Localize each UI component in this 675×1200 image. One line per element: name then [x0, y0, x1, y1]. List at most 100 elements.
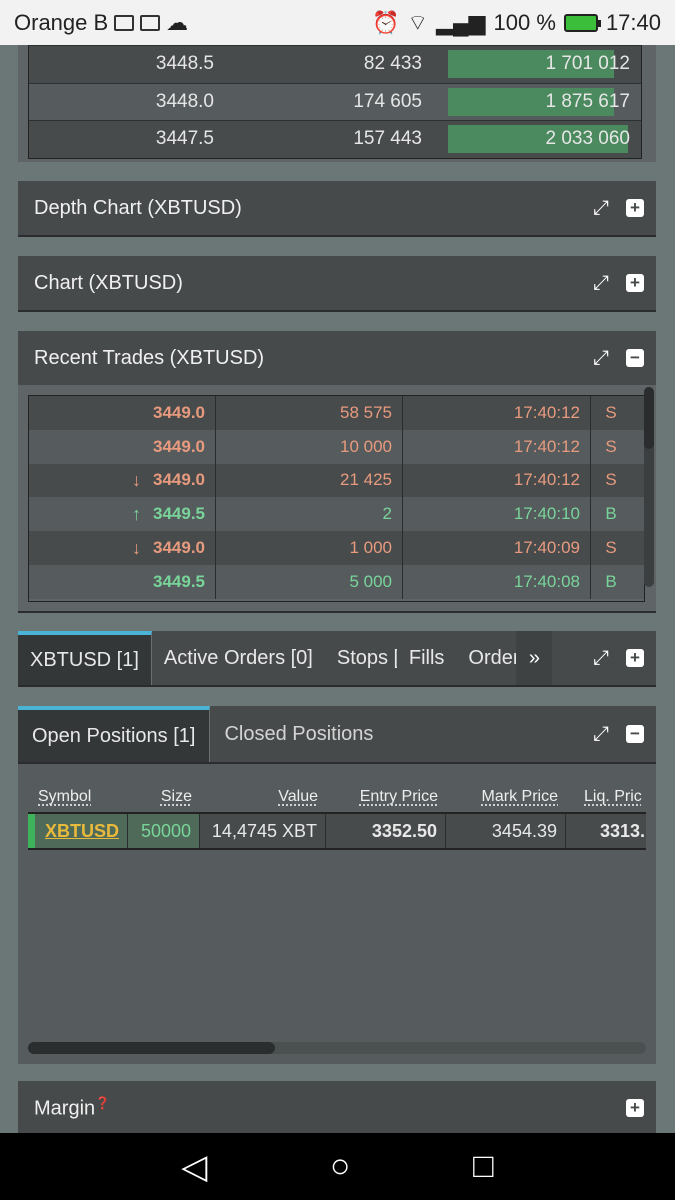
- more-tabs-button[interactable]: »: [516, 631, 553, 685]
- recent-trades-panel: Recent Trades (XBTUSD) ⤢ − 3449.0 58 575 1…: [18, 331, 656, 613]
- scrollbar-thumb[interactable]: [644, 387, 654, 449]
- tab-open-positions[interactable]: Open Positions [1]: [18, 706, 211, 762]
- plus-icon[interactable]: +: [622, 270, 648, 296]
- panel-header[interactable]: Chart (XBTUSD) ⤢ +: [18, 256, 656, 310]
- tab-xbtusd[interactable]: XBTUSD [1]: [18, 631, 152, 685]
- table-row: 3449.0 10 000 17:40:12 S: [29, 429, 644, 464]
- expand-icon[interactable]: ⤢: [588, 721, 614, 747]
- trade-size: 10 000: [216, 429, 403, 464]
- alarm-icon: ⏰: [372, 9, 400, 35]
- trade-size: 1 000: [216, 531, 403, 565]
- expand-icon[interactable]: ⤢: [588, 270, 614, 296]
- panel-header[interactable]: Depth Chart (XBTUSD) ⤢ +: [18, 181, 656, 235]
- trade-side: S: [605, 436, 617, 456]
- orderbook-total-value: 1 875 617: [545, 90, 630, 112]
- trade-size: 2: [216, 497, 403, 532]
- plus-icon[interactable]: +: [622, 645, 648, 671]
- expand-icon[interactable]: ⤢: [588, 645, 614, 671]
- positions-tabs: Open Positions [1] Closed Positions ⤢ −: [18, 706, 656, 764]
- minus-icon[interactable]: −: [622, 345, 648, 371]
- signal-icon: ▂▄▆: [436, 9, 486, 35]
- cell-liq-price: 3313.: [566, 814, 646, 848]
- trade-price-value: 3449.0: [153, 538, 205, 558]
- depth-chart-panel: Depth Chart (XBTUSD) ⤢ +: [18, 181, 656, 237]
- table-row[interactable]: 3448.5 82 433 1 701 012: [29, 45, 641, 83]
- table-row: ↓ 3449.0 21 425 17:40:12 S: [29, 463, 644, 498]
- expand-icon[interactable]: ⤢: [588, 195, 614, 221]
- trade-price: ↓ 3449.0: [29, 463, 216, 498]
- arrow-down-icon: ↓: [132, 469, 141, 490]
- android-nav-bar: ◁ ○ □: [0, 1133, 675, 1200]
- trade-time: 17:40:12: [403, 429, 591, 464]
- vertical-scrollbar[interactable]: [644, 387, 654, 587]
- plus-icon[interactable]: +: [622, 195, 648, 221]
- notification-icons: ☁: [114, 10, 188, 36]
- cloud-icon: ☁: [166, 9, 189, 35]
- column-symbol[interactable]: Symbol: [38, 788, 91, 805]
- back-icon[interactable]: ◁: [181, 1147, 207, 1187]
- clock: 17:40: [605, 9, 661, 35]
- table-row[interactable]: 3447.5 157 443 2 033 060: [29, 120, 641, 158]
- trade-time: 17:40:12: [403, 396, 591, 430]
- help-icon[interactable]: ❓: [95, 1096, 110, 1110]
- horizontal-scrollbar[interactable]: [28, 1042, 646, 1054]
- trade-time: 17:40:08: [403, 564, 591, 599]
- trade-time: 17:40:10: [403, 497, 591, 532]
- trade-price-value: 3449.0: [153, 470, 205, 490]
- plus-icon[interactable]: +: [622, 1095, 648, 1121]
- column-mark-price[interactable]: Mark Price: [482, 788, 558, 805]
- column-entry-price[interactable]: Entry Price: [360, 788, 438, 805]
- table-row: 3449.0 58 575 17:40:12 S: [29, 396, 644, 430]
- orderbook-price: 3447.5: [155, 128, 214, 150]
- tab-closed-positions[interactable]: Closed Positions: [210, 706, 387, 762]
- cell-entry-price: 3352.50: [326, 814, 446, 848]
- trade-side: B: [605, 504, 617, 524]
- arrow-down-icon: ↓: [132, 537, 141, 558]
- table-row[interactable]: 3448.0 174 605 1 875 617: [29, 82, 641, 120]
- battery-percent: 100 %: [493, 9, 556, 35]
- panel-header[interactable]: Recent Trades (XBTUSD) ⤢ −: [18, 331, 656, 385]
- tab-fills[interactable]: Fills: [397, 631, 457, 685]
- symbol-link[interactable]: XBTUSD: [45, 821, 119, 842]
- margin-panel: Margin❓ +: [18, 1081, 656, 1133]
- battery-icon: [563, 13, 601, 32]
- cell-value: 14,4745 XBT: [200, 814, 326, 848]
- table-row: XBTUSD 50000 14,4745 XBT 3352.50 3454.39…: [28, 814, 646, 850]
- table-row: ↓ 3449.0 1 000 17:40:09 S: [29, 531, 644, 565]
- tab-active-orders[interactable]: Active Orders [0]: [152, 631, 325, 685]
- column-size[interactable]: Size: [161, 788, 192, 805]
- cell-symbol: XBTUSD: [28, 814, 128, 848]
- orderbook-price: 3448.5: [155, 53, 214, 75]
- positions-panel: Open Positions [1] Closed Positions ⤢ − …: [18, 706, 656, 1064]
- wifi-icon: ⌔: [407, 9, 429, 35]
- expand-icon[interactable]: ⤢: [588, 345, 614, 371]
- orderbook-total: 2 033 060: [448, 125, 634, 154]
- tab-stops[interactable]: Stops [: [325, 631, 397, 685]
- home-icon[interactable]: ○: [330, 1147, 351, 1186]
- orderbook-panel: 3448.5 82 433 1 701 012 3448.0 174 605 1 875 …: [18, 45, 656, 162]
- recents-icon[interactable]: □: [473, 1147, 494, 1186]
- trade-side: S: [605, 538, 617, 558]
- orderbook-size: 174 605: [353, 90, 422, 112]
- panel-title: Margin: [34, 1097, 96, 1120]
- long-indicator: [28, 814, 35, 848]
- trade-price: 3449.0: [29, 429, 216, 464]
- scrollbar-thumb[interactable]: [28, 1042, 276, 1054]
- panel-title: Depth Chart (XBTUSD): [34, 196, 242, 219]
- trade-price: 3449.5: [29, 564, 216, 599]
- table-row: ↑ 3449.5 2 17:40:10 B: [29, 497, 644, 532]
- minus-icon[interactable]: −: [622, 721, 648, 747]
- cell-size: 50000: [128, 814, 200, 848]
- tab-order-history[interactable]: Order Hi: [456, 631, 516, 685]
- recent-trades-table: 3449.0 58 575 17:40:12 S 3449.0 10 000 17:40:1…: [28, 395, 645, 602]
- trade-price: ↓ 3449.0: [29, 531, 216, 565]
- trade-price: 3449.0: [29, 396, 216, 430]
- gmail-icon: [114, 14, 135, 31]
- table-header: Symbol Size Value Entry Price Mark Price…: [28, 774, 646, 814]
- trade-side: S: [605, 402, 617, 422]
- recent-trades-body: 3449.0 58 575 17:40:12 S 3449.0 10 000 17:40:1…: [18, 385, 656, 611]
- column-value[interactable]: Value: [278, 788, 318, 805]
- column-liq-price[interactable]: Liq. Pric: [584, 788, 642, 805]
- orderbook-total: 1 701 012: [448, 50, 634, 79]
- panel-header[interactable]: Margin❓ +: [18, 1081, 656, 1135]
